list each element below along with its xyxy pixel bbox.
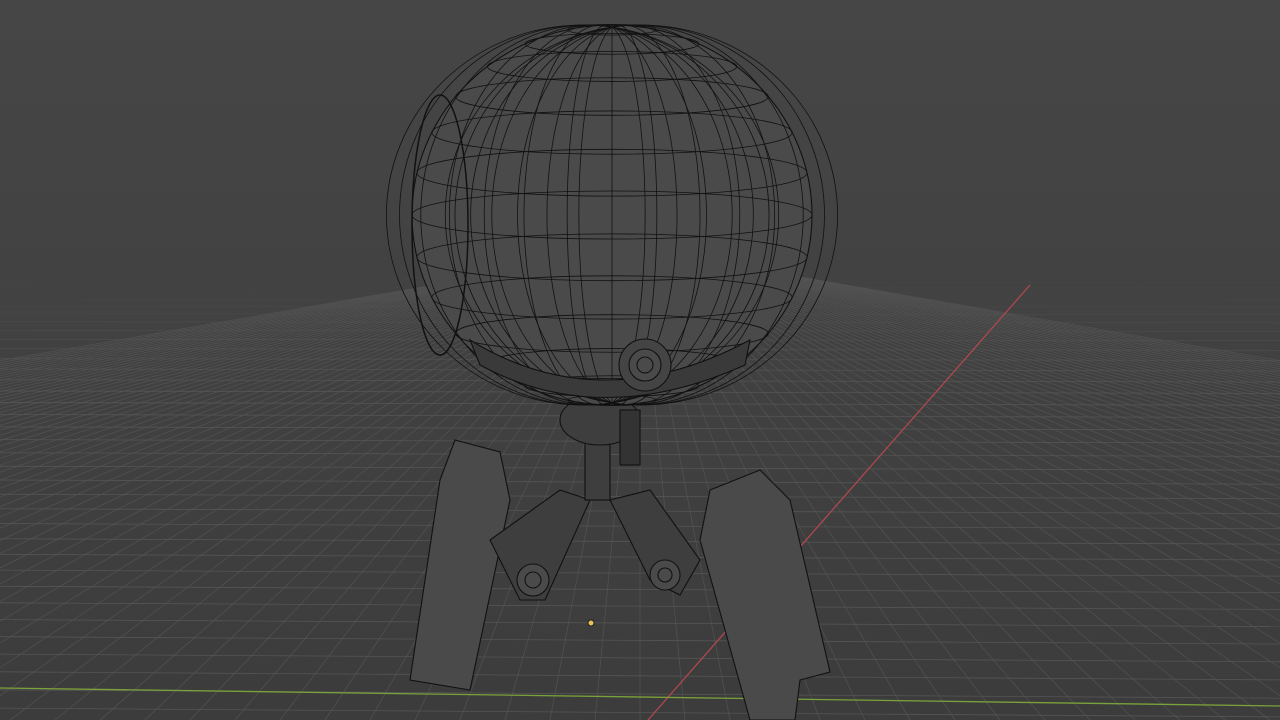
3d-viewport[interactable] [0, 0, 1280, 720]
head-sphere[interactable] [386, 24, 838, 406]
right-leg[interactable] [609, 469, 831, 720]
neck [559, 394, 641, 501]
viewport-canvas[interactable] [0, 0, 1280, 720]
grid-line [749, 269, 1280, 372]
origin-point [587, 619, 595, 627]
